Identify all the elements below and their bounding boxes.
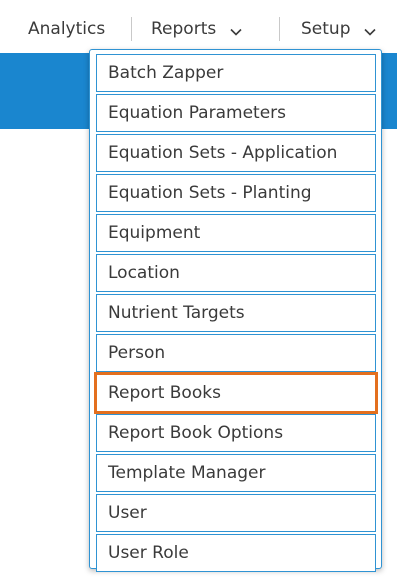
nav-separator xyxy=(279,17,280,41)
nav-reports-label: Reports xyxy=(151,19,217,39)
nav-reports[interactable]: Reports xyxy=(151,17,242,41)
menu-item-equation-sets-application[interactable]: Equation Sets - Application xyxy=(96,134,376,172)
menu-item-template-manager[interactable]: Template Manager xyxy=(96,454,376,492)
menu-item-equipment[interactable]: Equipment xyxy=(96,214,376,252)
menu-item-location[interactable]: Location xyxy=(96,254,376,292)
setup-dropdown-menu: Batch Zapper Equation Parameters Equation … xyxy=(89,49,382,572)
nav-analytics[interactable]: Analytics xyxy=(28,17,105,41)
menu-item-report-book-options[interactable]: Report Book Options xyxy=(96,414,376,452)
menu-item-nutrient-targets[interactable]: Nutrient Targets xyxy=(96,294,376,332)
menu-item-equation-parameters[interactable]: Equation Parameters xyxy=(96,94,376,132)
menu-item-user-role[interactable]: User Role xyxy=(96,534,376,572)
nav-setup[interactable]: Setup xyxy=(301,17,376,41)
menu-item-report-books[interactable]: Report Books xyxy=(94,372,378,414)
top-navigation: Analytics Reports Setup xyxy=(0,0,397,53)
chevron-down-icon xyxy=(364,19,376,43)
menu-item-batch-zapper[interactable]: Batch Zapper xyxy=(96,54,376,92)
nav-separator xyxy=(131,17,132,41)
menu-item-equation-sets-planting[interactable]: Equation Sets - Planting xyxy=(96,174,376,212)
nav-setup-label: Setup xyxy=(301,19,351,39)
menu-item-user[interactable]: User xyxy=(96,494,376,532)
menu-item-person[interactable]: Person xyxy=(96,334,376,372)
chevron-down-icon xyxy=(230,19,242,43)
